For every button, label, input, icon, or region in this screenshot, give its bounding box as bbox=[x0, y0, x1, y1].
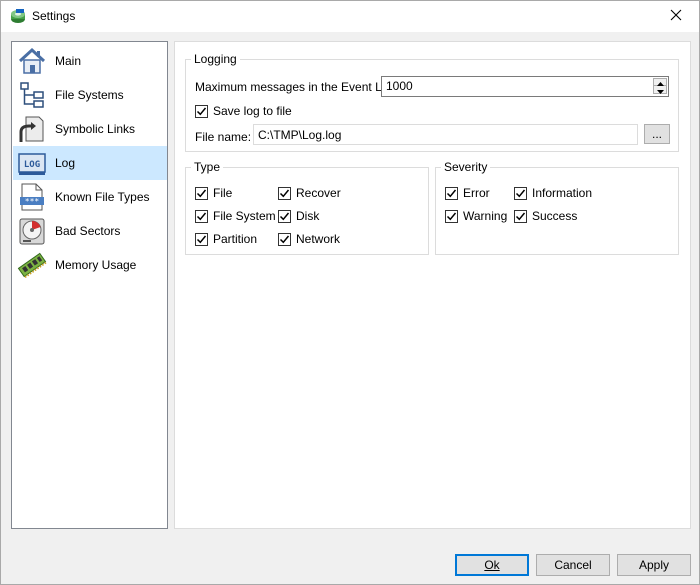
spinner-buttons bbox=[653, 78, 667, 94]
apply-button-label: Apply bbox=[638, 558, 670, 572]
checkbox-box bbox=[195, 209, 208, 223]
log-icon: LOG bbox=[15, 146, 49, 180]
type-partition-checkbox[interactable]: Partition bbox=[195, 232, 257, 246]
ok-button-label: Ok bbox=[484, 558, 500, 572]
severity-information-checkbox[interactable]: Information bbox=[514, 186, 592, 200]
max-messages-label: Maximum messages in the Event Log: bbox=[195, 80, 399, 94]
file-types-icon: *** bbox=[15, 180, 49, 214]
type-recover-checkbox[interactable]: Recover bbox=[278, 186, 341, 200]
checkbox-label: Information bbox=[532, 186, 593, 200]
checkbox-box bbox=[514, 186, 527, 200]
title-bar: Settings bbox=[1, 1, 699, 32]
cancel-button-label: Cancel bbox=[554, 558, 592, 572]
severity-group-title: Severity bbox=[441, 160, 491, 174]
sidebar-item-memory-usage[interactable]: Memory Usage bbox=[13, 248, 167, 282]
sidebar-item-label: Main bbox=[55, 54, 82, 68]
logging-group: Logging Maximum messages in the Event Lo… bbox=[185, 52, 679, 152]
type-network-checkbox[interactable]: Network bbox=[278, 232, 340, 246]
close-button[interactable] bbox=[653, 1, 699, 32]
sidebar-item-main[interactable]: Main bbox=[13, 44, 167, 78]
type-group-title: Type bbox=[191, 160, 224, 174]
sidebar-item-known-file-types[interactable]: *** Known File Types bbox=[13, 180, 167, 214]
cancel-button[interactable]: Cancel bbox=[536, 554, 610, 576]
settings-panel: Logging Maximum messages in the Event Lo… bbox=[174, 41, 691, 529]
svg-text:LOG: LOG bbox=[24, 160, 40, 170]
tree-icon bbox=[15, 78, 49, 112]
type-group: Type File File System Partition Recover … bbox=[185, 160, 429, 255]
checkbox-box bbox=[445, 209, 458, 223]
settings-window: Settings Main File Systems Symbolic Link… bbox=[0, 0, 700, 585]
ok-button[interactable]: Ok bbox=[455, 554, 529, 576]
sidebar-item-file-systems[interactable]: File Systems bbox=[13, 78, 167, 112]
chevron-down-icon bbox=[656, 83, 664, 97]
checkbox-label: Success bbox=[532, 209, 578, 223]
browse-button[interactable]: ... bbox=[644, 124, 670, 144]
type-disk-checkbox[interactable]: Disk bbox=[278, 209, 319, 223]
sidebar-item-label: Log bbox=[55, 156, 76, 170]
sidebar-item-label: File Systems bbox=[55, 88, 124, 102]
checkbox-box bbox=[278, 232, 291, 246]
disk-icon bbox=[15, 214, 49, 248]
checkbox-label: Error bbox=[463, 186, 490, 200]
home-icon bbox=[15, 44, 49, 78]
link-icon bbox=[15, 112, 49, 146]
severity-warning-checkbox[interactable]: Warning bbox=[445, 209, 507, 223]
checkbox-label: Recover bbox=[296, 186, 341, 200]
checkbox-box bbox=[514, 209, 527, 223]
checkbox-box bbox=[195, 104, 208, 118]
checkbox-label: Partition bbox=[213, 232, 258, 246]
sidebar-item-label: Memory Usage bbox=[55, 258, 137, 272]
file-name-input[interactable]: C:\TMP\Log.log bbox=[253, 124, 638, 145]
logging-group-title: Logging bbox=[191, 52, 240, 66]
sidebar-item-label: Symbolic Links bbox=[55, 122, 136, 136]
settings-sidebar: Main File Systems Symbolic Links LOG Log… bbox=[11, 41, 168, 529]
save-log-label: Save log to file bbox=[213, 104, 292, 118]
sidebar-item-log[interactable]: LOG Log bbox=[13, 146, 167, 180]
checkbox-box bbox=[445, 186, 458, 200]
spin-down-button[interactable] bbox=[654, 86, 666, 94]
checkbox-box bbox=[195, 186, 208, 200]
checkbox-label: File bbox=[213, 186, 233, 200]
checkbox-label: Warning bbox=[463, 209, 508, 223]
window-title: Settings bbox=[32, 9, 76, 23]
checkbox-box bbox=[278, 209, 291, 223]
max-messages-value: 1000 bbox=[386, 79, 413, 93]
file-name-label: File name: bbox=[195, 130, 252, 144]
apply-button[interactable]: Apply bbox=[617, 554, 691, 576]
checkbox-box bbox=[278, 186, 291, 200]
checkbox-label: Disk bbox=[296, 209, 320, 223]
severity-success-checkbox[interactable]: Success bbox=[514, 209, 577, 223]
checkbox-box bbox=[195, 232, 208, 246]
memory-icon bbox=[15, 248, 49, 282]
checkbox-label: Network bbox=[296, 232, 341, 246]
sidebar-item-bad-sectors[interactable]: Bad Sectors bbox=[13, 214, 167, 248]
save-log-checkbox[interactable]: Save log to file bbox=[195, 104, 292, 118]
checkbox-label: File System bbox=[213, 209, 276, 223]
app-disk-icon bbox=[10, 8, 26, 24]
type-file-system-checkbox[interactable]: File System bbox=[195, 209, 276, 223]
close-icon bbox=[670, 8, 682, 26]
severity-error-checkbox[interactable]: Error bbox=[445, 186, 490, 200]
max-messages-spinner[interactable]: 1000 bbox=[381, 76, 669, 97]
sidebar-item-symbolic-links[interactable]: Symbolic Links bbox=[13, 112, 167, 146]
type-file-checkbox[interactable]: File bbox=[195, 186, 232, 200]
sidebar-item-label: Known File Types bbox=[55, 190, 150, 204]
svg-text:***: *** bbox=[25, 197, 40, 206]
severity-group: Severity Error Warning Information Succe… bbox=[435, 160, 679, 255]
sidebar-item-label: Bad Sectors bbox=[55, 224, 121, 238]
